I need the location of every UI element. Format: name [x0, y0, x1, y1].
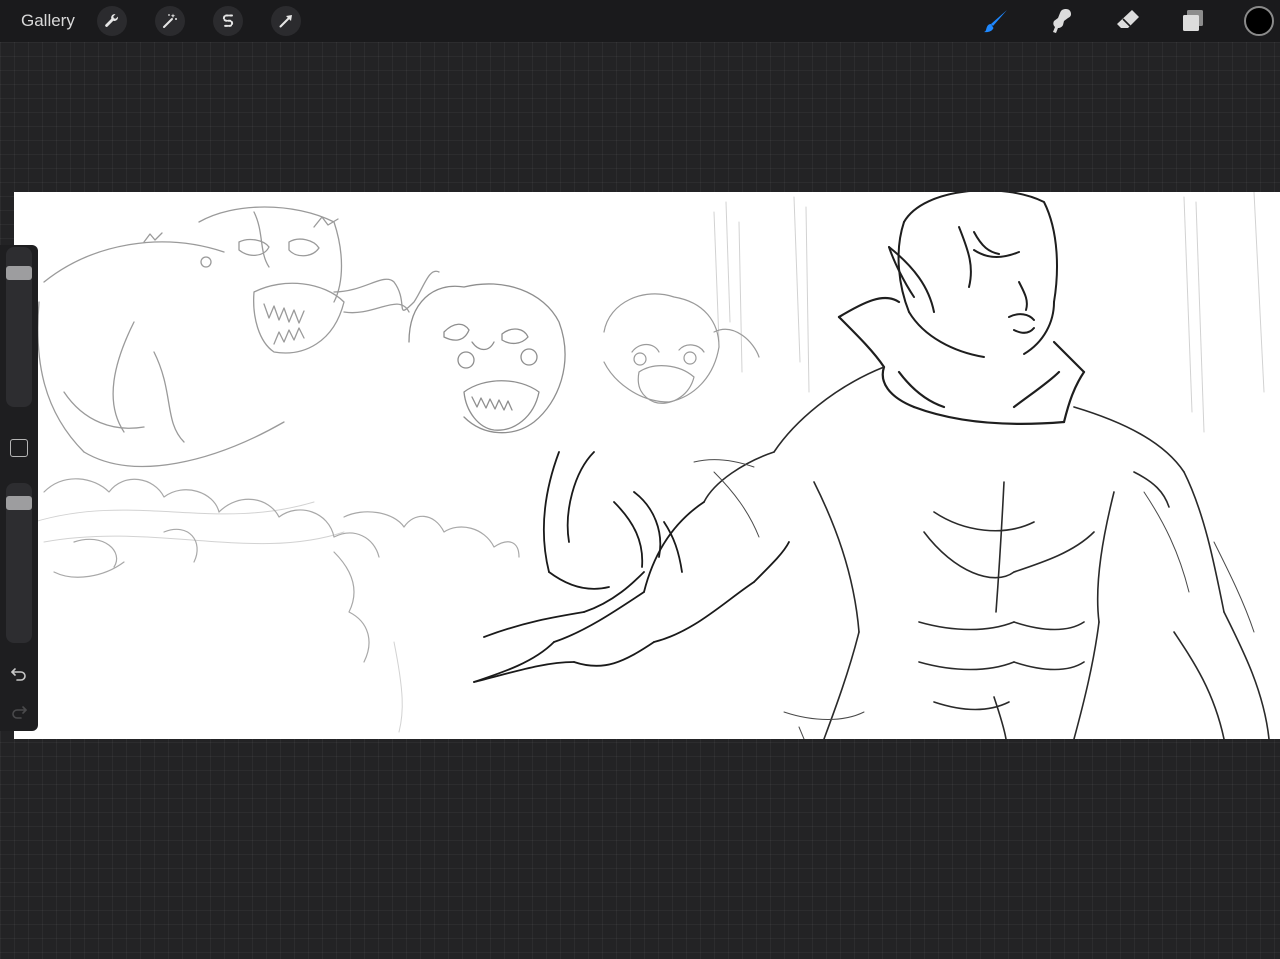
- top-toolbar: Gallery: [0, 0, 1280, 42]
- brush-size-slider[interactable]: [6, 247, 32, 407]
- color-picker-button[interactable]: [1244, 6, 1274, 36]
- drawing-canvas[interactable]: [14, 192, 1280, 739]
- selection-s-icon: [222, 14, 234, 27]
- adjustments-wand-button[interactable]: [155, 6, 185, 36]
- transform-arrow-icon: [279, 15, 292, 28]
- actions-wrench-button[interactable]: [97, 6, 127, 36]
- smudge-icon: [1053, 9, 1071, 33]
- brush-icon: [984, 10, 1007, 33]
- opacity-slider[interactable]: [6, 483, 32, 643]
- selection-button[interactable]: [213, 6, 243, 36]
- layers-button[interactable]: [1176, 4, 1210, 38]
- eraser-icon: [1117, 10, 1139, 28]
- opacity-thumb[interactable]: [6, 496, 32, 510]
- gallery-button[interactable]: Gallery: [21, 11, 75, 31]
- magic-wand-icon: [163, 13, 177, 28]
- brush-tool-button[interactable]: [979, 4, 1013, 38]
- eraser-tool-button[interactable]: [1111, 4, 1145, 38]
- left-sidebar: [0, 245, 38, 731]
- redo-button[interactable]: [8, 701, 30, 723]
- transform-button[interactable]: [271, 6, 301, 36]
- sketch-artwork: [33, 192, 1270, 739]
- redo-icon: [12, 706, 27, 719]
- wrench-icon: [105, 14, 118, 27]
- brush-size-thumb[interactable]: [6, 266, 32, 280]
- modify-button[interactable]: [10, 439, 28, 457]
- undo-icon: [11, 668, 26, 681]
- undo-button[interactable]: [8, 663, 30, 685]
- smudge-tool-button[interactable]: [1045, 4, 1079, 38]
- layers-icon: [1183, 10, 1203, 31]
